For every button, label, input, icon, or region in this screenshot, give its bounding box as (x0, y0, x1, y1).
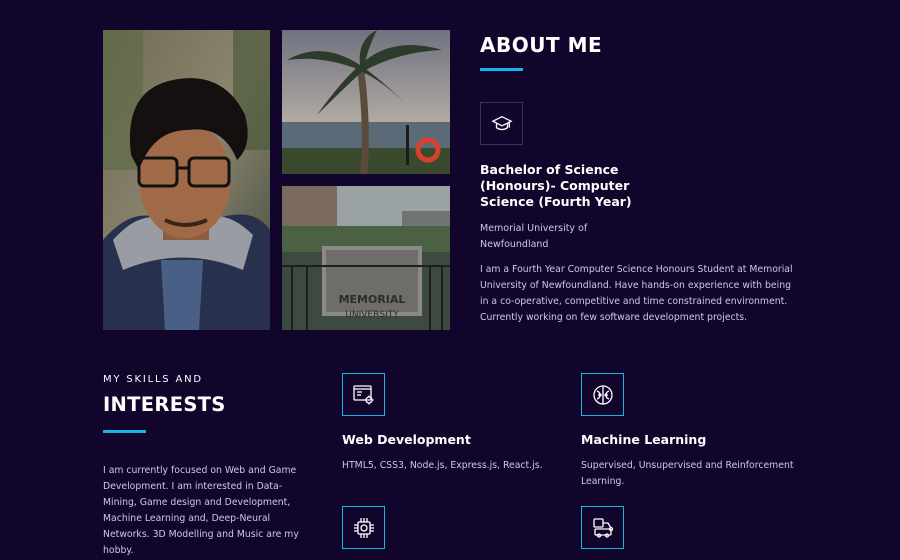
about-title: ABOUT ME (480, 33, 603, 57)
skills-label-small: MY SKILLS AND (103, 374, 203, 385)
web-development-icon-box (342, 373, 385, 416)
degree-line-1: Bachelor of Science (480, 162, 619, 177)
web-development-text: HTML5, CSS3, Node.js, Express.js, React.… (342, 460, 543, 471)
palm-tree-photo (282, 30, 450, 174)
campus-photo: MEMORIAL UNIVERSITY (282, 186, 450, 330)
university-line-2: Newfoundland (480, 239, 549, 250)
degree-icon-box (480, 102, 523, 145)
university-name: Memorial University of Newfoundland (480, 221, 610, 253)
robot-arm-icon (592, 517, 613, 538)
degree-line-2: (Honours)- Computer (480, 178, 630, 193)
degree-line-3: Science (Fourth Year) (480, 194, 632, 209)
web-development-title: Web Development (342, 432, 471, 447)
university-line-1: Memorial University of (480, 223, 588, 234)
machine-learning-text: Supervised, Unsupervised and Reinforceme… (581, 460, 794, 487)
chip-icon-box (342, 506, 385, 549)
skills-title-underline (103, 430, 146, 433)
degree-title: Bachelor of Science (Honours)- Computer … (480, 162, 640, 210)
portrait-photo (103, 30, 270, 330)
campus-sign-line2: UNIVERSITY (345, 310, 399, 320)
machine-learning-icon-box (581, 373, 624, 416)
robot-arm-icon-box (581, 506, 624, 549)
web-development-icon (352, 384, 373, 404)
about-title-underline (480, 68, 523, 71)
graduation-cap-icon (490, 115, 513, 130)
skills-label-big: INTERESTS (103, 393, 226, 416)
skills-description: I am currently focused on Web and Game D… (103, 465, 299, 556)
about-description: I am a Fourth Year Computer Science Hono… (480, 264, 793, 323)
brain-icon (592, 384, 613, 405)
machine-learning-title: Machine Learning (581, 432, 707, 447)
chip-icon (353, 517, 374, 538)
campus-sign-line1: MEMORIAL (339, 293, 406, 306)
